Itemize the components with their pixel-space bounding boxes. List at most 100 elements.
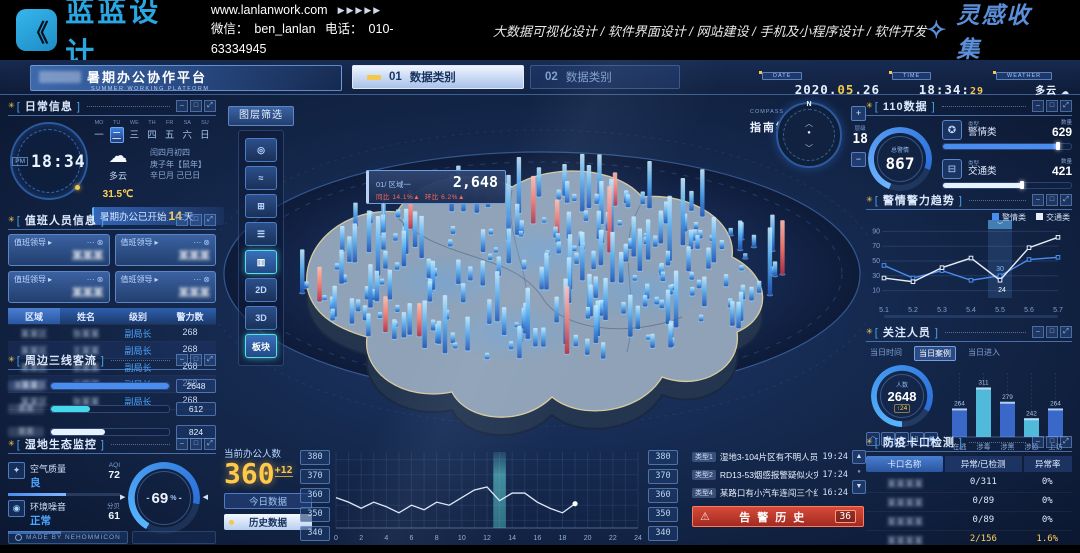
- focus-tab[interactable]: 当日案例: [914, 346, 956, 361]
- close-icon[interactable]: ⊗: [203, 275, 210, 284]
- tool-blocks-icon[interactable]: 板块: [245, 334, 277, 358]
- tool-signal-icon[interactable]: ≈: [245, 166, 277, 190]
- more-icon[interactable]: ⋯: [87, 275, 95, 284]
- compass-dial[interactable]: N ︿ ● ﹀: [776, 102, 842, 168]
- alert-item[interactable]: 类型4某路口有小汽车连闯三个红灯16:24: [692, 486, 848, 500]
- window-icon[interactable]: □: [1046, 194, 1058, 206]
- column-header[interactable]: 级别: [112, 308, 164, 324]
- expand-icon[interactable]: ⤢: [204, 214, 216, 226]
- duty-leader-card[interactable]: 值班领导▸⋯⊗某某某: [8, 234, 110, 266]
- more-icon[interactable]: ⋯: [87, 238, 95, 247]
- checkpoint-row[interactable]: 某某某某2/1561.6%: [866, 531, 1072, 545]
- column-header[interactable]: 警力数: [164, 308, 216, 324]
- minimize-icon[interactable]: –: [176, 354, 188, 366]
- noise-icon: ◉: [8, 500, 25, 517]
- minimize-icon[interactable]: –: [1032, 326, 1044, 338]
- close-icon[interactable]: ⊗: [203, 238, 210, 247]
- history-data-button[interactable]: 历史数据: [224, 514, 312, 530]
- window-icon[interactable]: □: [1046, 436, 1058, 448]
- window-icon[interactable]: □: [1046, 100, 1058, 112]
- weekday-cell[interactable]: TH四: [145, 120, 159, 143]
- minimize-icon[interactable]: –: [176, 100, 188, 112]
- triangle-right-icon: ◀: [203, 493, 208, 501]
- alert-time: 19:24: [822, 452, 848, 462]
- expand-icon[interactable]: ⤢: [204, 100, 216, 112]
- alert-item[interactable]: 类型2RD13-53烟感报警疑似火灾17:24: [692, 468, 848, 482]
- tool-bar-chart-icon[interactable]: ▥: [245, 250, 277, 274]
- table-cell: 副局长: [112, 325, 164, 341]
- expand-icon[interactable]: ⤢: [204, 438, 216, 450]
- legend-item[interactable]: 警情类: [992, 212, 1026, 223]
- expand-icon[interactable]: ⤢: [1060, 436, 1072, 448]
- scroll-up-icon[interactable]: ▲: [852, 450, 866, 464]
- website-link[interactable]: www.lanlanwork.com: [211, 1, 328, 20]
- minimize-icon[interactable]: –: [1032, 194, 1044, 206]
- window-icon[interactable]: □: [190, 214, 202, 226]
- weekday-cell[interactable]: FR五: [163, 120, 177, 143]
- close-icon[interactable]: ⊗: [97, 238, 104, 247]
- y-axis-label: 370: [300, 469, 330, 484]
- window-icon[interactable]: □: [190, 438, 202, 450]
- lunar-line: 庚子年【鼠年】: [150, 159, 206, 171]
- weekday-cell[interactable]: MO一: [92, 120, 106, 143]
- weekday-cell[interactable]: TU二: [110, 120, 124, 143]
- expand-icon[interactable]: ⤢: [1060, 326, 1072, 338]
- scroll-dot-icon: ●: [857, 469, 861, 475]
- tab-data-category-2[interactable]: 02 数据类别: [530, 65, 680, 89]
- minimize-icon[interactable]: –: [1032, 100, 1044, 112]
- weekday-cell[interactable]: SU日: [198, 120, 212, 143]
- window-icon[interactable]: □: [1046, 326, 1058, 338]
- tool-grid-icon[interactable]: ⊞: [245, 194, 277, 218]
- expand-icon[interactable]: ⤢: [204, 354, 216, 366]
- checkpoint-name: 某某某某: [866, 515, 944, 528]
- tool-list-icon[interactable]: ☰: [245, 222, 277, 246]
- checkpoint-row[interactable]: 某某某某0/890%: [866, 493, 1072, 512]
- expand-icon[interactable]: ⤢: [1060, 100, 1072, 112]
- scroll-down-icon[interactable]: ▼: [852, 480, 866, 494]
- table-cell: 某某区: [8, 325, 60, 341]
- col-checkpoint-name[interactable]: 卡口名称: [866, 456, 943, 472]
- checkpoint-row[interactable]: 某某某某0/3110%: [866, 474, 1072, 493]
- focus-tab[interactable]: 当日时间: [866, 346, 906, 361]
- minimize-icon[interactable]: –: [176, 214, 188, 226]
- duty-leader-card[interactable]: 值班领导▸⋯⊗某某某: [8, 271, 110, 303]
- duty-leader-card[interactable]: 值班领导▸⋯⊗某某某: [115, 271, 217, 303]
- window-icon[interactable]: □: [190, 100, 202, 112]
- checkpoint-row[interactable]: 某某某某0/890%: [866, 512, 1072, 531]
- tool-view-3d-icon[interactable]: 3D: [245, 306, 277, 330]
- duty-leader-card[interactable]: 值班领导▸⋯⊗某某某: [115, 234, 217, 266]
- alert-item[interactable]: 类型1湿地3-104片区有不明人员闯入19:24: [692, 450, 848, 464]
- col-abnormal-rate[interactable]: 异常率: [1024, 456, 1072, 472]
- legend-item[interactable]: 交通类: [1036, 212, 1070, 223]
- column-header[interactable]: 区域: [8, 308, 60, 324]
- table-row[interactable]: 某某区张某某副局长268: [8, 325, 216, 342]
- police-badge-icon: ✪: [942, 120, 962, 140]
- minimize-icon[interactable]: –: [1032, 436, 1044, 448]
- minimize-icon[interactable]: –: [176, 438, 188, 450]
- svg-text:5.3: 5.3: [937, 307, 947, 314]
- zoom-in-button[interactable]: +: [851, 106, 866, 121]
- alert-history-button[interactable]: ⚠ 告警历史 36: [692, 506, 864, 527]
- card-label: 值班领导: [14, 274, 46, 285]
- tab-data-category-1[interactable]: 01 数据类别: [352, 65, 524, 89]
- focus-tab[interactable]: 当日进入: [964, 346, 1004, 361]
- zoom-out-button[interactable]: −: [851, 152, 866, 167]
- more-icon[interactable]: ⋯: [193, 238, 201, 247]
- alert-type-rows: ✪类型警情类数量629⊟类型交通类数量421: [942, 120, 1072, 198]
- tool-view-2d-icon[interactable]: 2D: [245, 278, 277, 302]
- inspiration-collect[interactable]: ✧ 灵感收集: [926, 0, 1054, 64]
- expand-icon[interactable]: ⤢: [1060, 194, 1072, 206]
- close-icon[interactable]: ⊗: [97, 275, 104, 284]
- window-icon[interactable]: □: [190, 354, 202, 366]
- svg-text:8: 8: [435, 535, 439, 542]
- tool-camera-icon[interactable]: ◎: [245, 138, 277, 162]
- weekday-cell[interactable]: WE三: [127, 120, 141, 143]
- col-abnormal-checked[interactable]: 异常/已检测: [945, 456, 1022, 472]
- duty-leader-name: 某某某: [121, 285, 211, 300]
- weekday-cell[interactable]: SA六: [180, 120, 194, 143]
- more-icon[interactable]: ⋯: [193, 275, 201, 284]
- column-header[interactable]: 姓名: [60, 308, 112, 324]
- weather-label: WEATHER: [996, 72, 1052, 80]
- sparkle-icon: ✧: [926, 16, 948, 45]
- today-data-button[interactable]: 今日数据: [224, 493, 312, 509]
